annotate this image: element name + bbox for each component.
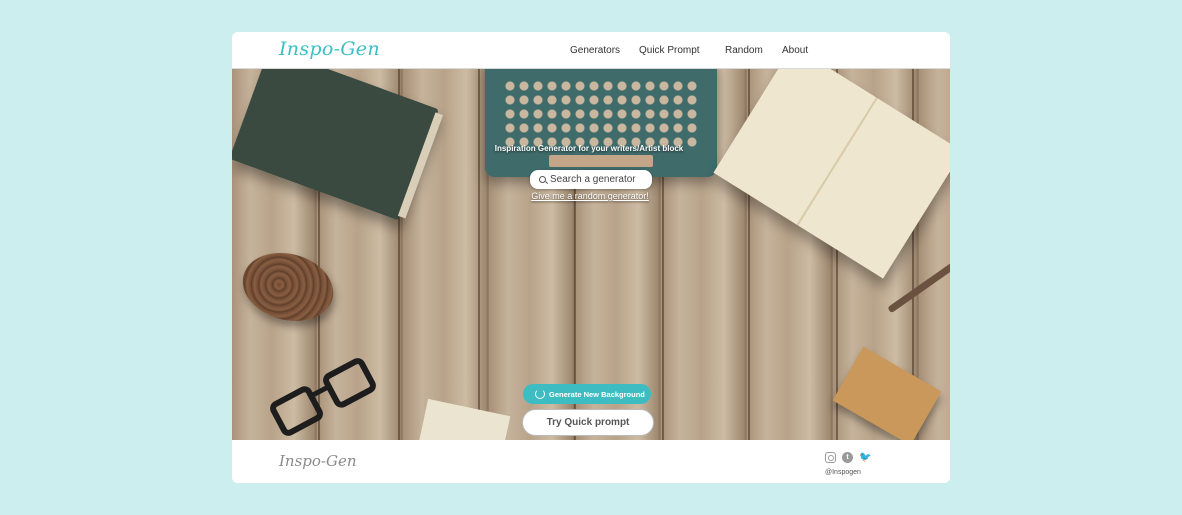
social-handle: @Inspogen [825, 469, 861, 476]
background-glasses [263, 340, 402, 440]
site-footer: Inspo-Gen t 🐦 @Inspogen [232, 440, 950, 483]
footer-logo[interactable]: Inspo-Gen [279, 452, 357, 470]
search-box[interactable] [530, 170, 652, 189]
background-paper [417, 398, 511, 440]
nav-generators[interactable]: Generators [570, 45, 620, 56]
nav-quick-prompt[interactable]: Quick Prompt [639, 45, 700, 56]
refresh-icon [535, 389, 545, 399]
tumblr-icon[interactable]: t [842, 452, 853, 463]
random-generator-link[interactable]: Give me a random generator! [528, 191, 652, 201]
twitter-icon[interactable]: 🐦 [859, 452, 871, 463]
hero-section: Inspiration Generator for your writers/A… [232, 69, 950, 440]
site-header: Inspo-Gen Generators Quick Prompt Random… [232, 32, 950, 69]
browser-frame: Inspo-Gen Generators Quick Prompt Random… [232, 32, 950, 483]
nav-about[interactable]: About [782, 45, 808, 56]
generate-background-label: Generate New Background [549, 390, 645, 399]
background-eraser [832, 346, 942, 440]
instagram-icon[interactable] [825, 452, 836, 463]
hero-tagline: Inspiration Generator for your writers/A… [494, 144, 684, 153]
quick-prompt-button[interactable]: Try Quick prompt [522, 409, 654, 436]
site-logo[interactable]: Inspo-Gen [279, 38, 380, 60]
background-pinecone [235, 243, 341, 331]
background-pencil [887, 261, 950, 314]
wood-plank-line [478, 69, 480, 440]
typewriter-bar [549, 155, 653, 167]
typewriter-keys [503, 79, 699, 149]
background-typewriter [485, 69, 717, 177]
generate-background-button[interactable]: Generate New Background [523, 384, 651, 404]
search-icon [539, 176, 546, 183]
nav-random[interactable]: Random [725, 45, 763, 56]
search-input[interactable] [550, 172, 648, 187]
glasses-lens [320, 355, 379, 411]
